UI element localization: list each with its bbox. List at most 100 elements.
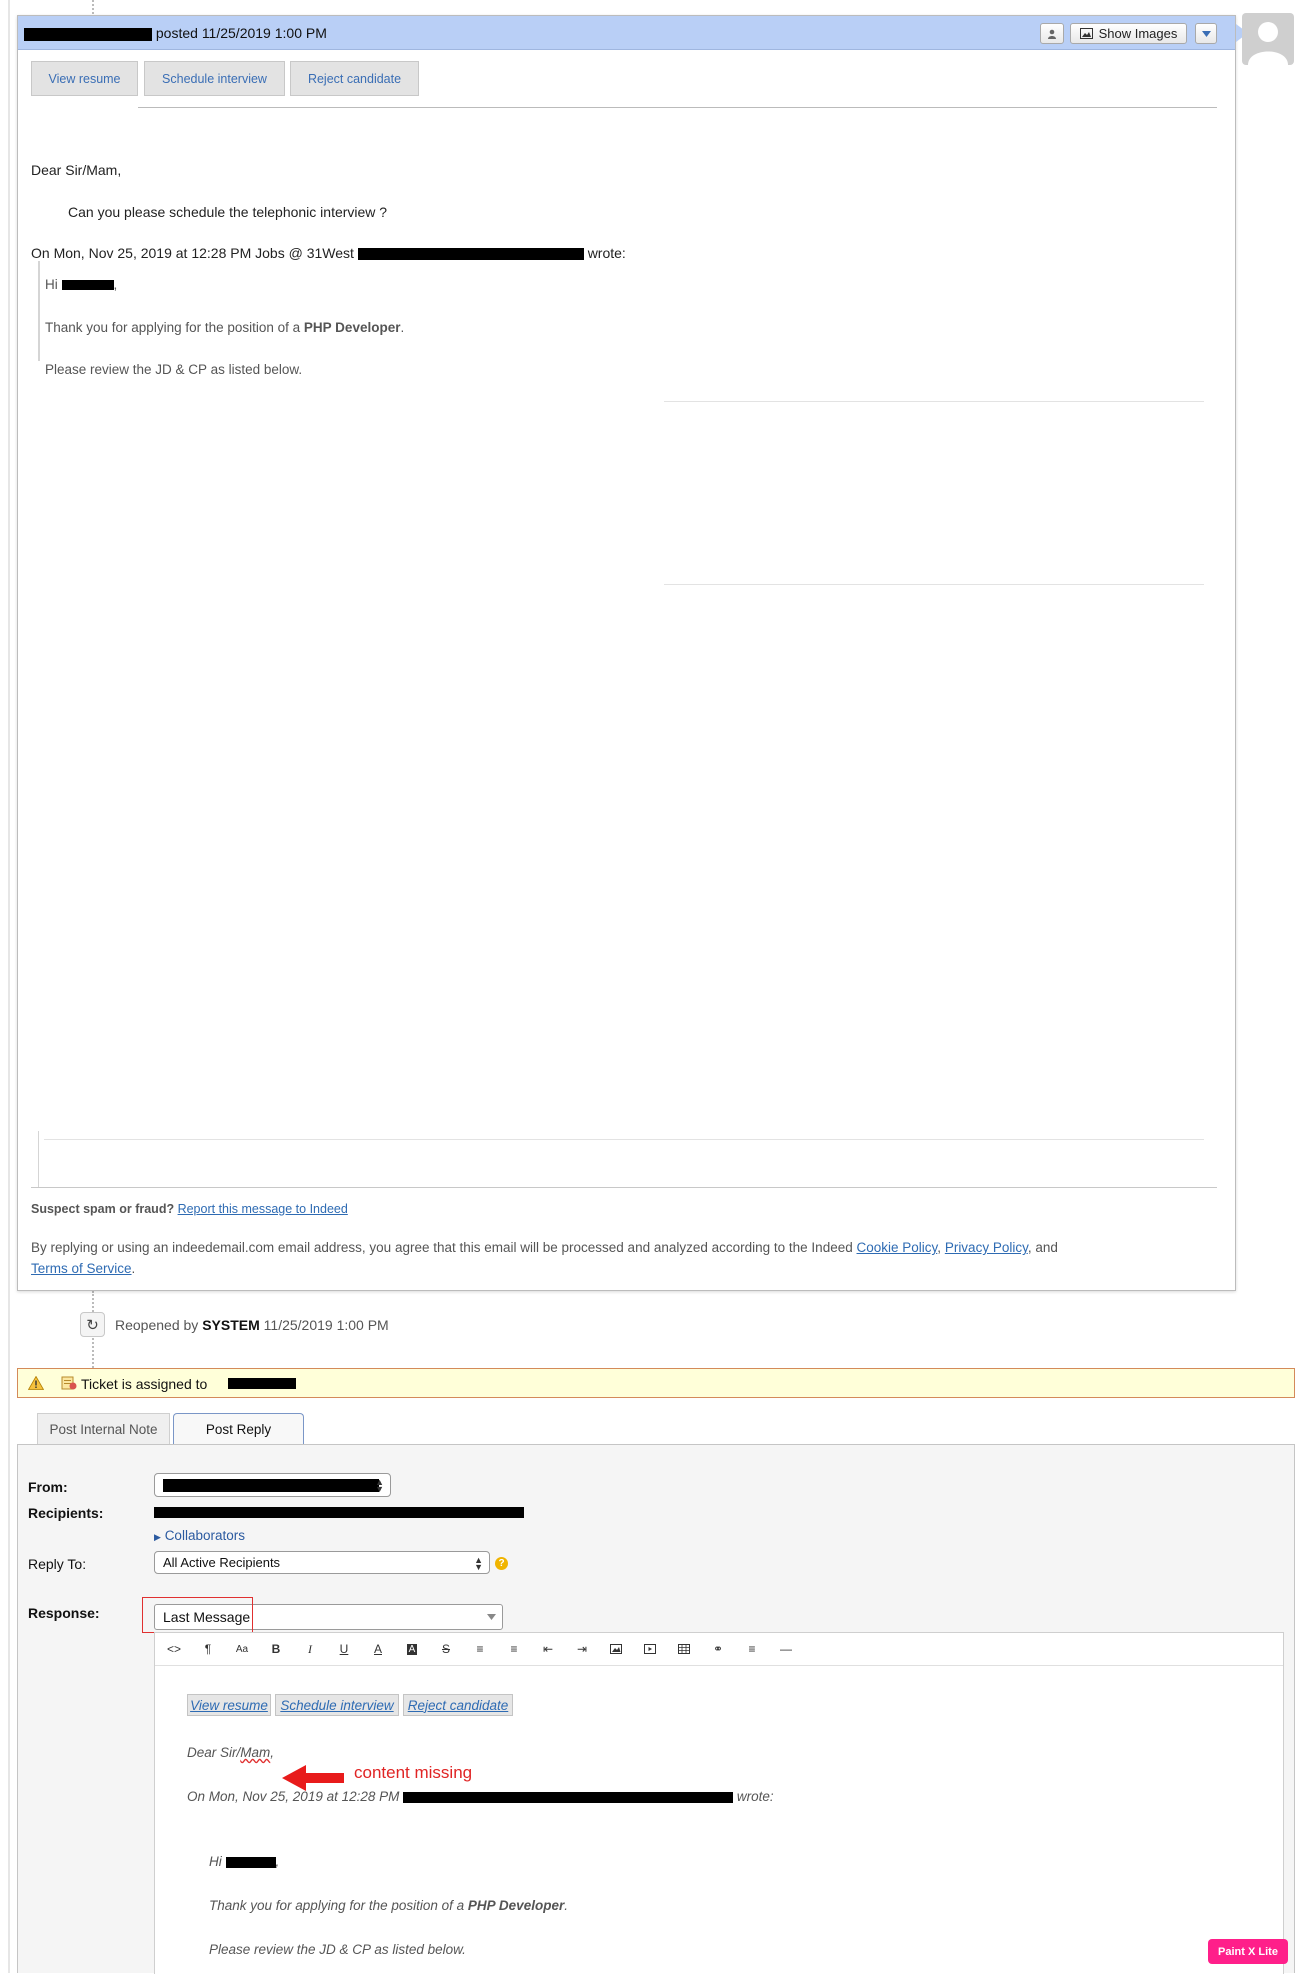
quote-header: On Mon, Nov 25, 2019 at 12:28 PM Jobs @ … (31, 245, 626, 261)
indent-icon[interactable]: ⇥ (572, 1639, 592, 1659)
assignment-text: Ticket is assigned to (81, 1376, 208, 1392)
event-time: 11/25/2019 1:00 PM (263, 1317, 389, 1333)
video-icon[interactable] (640, 1639, 660, 1659)
divider (138, 107, 1217, 108)
quote-bar (38, 261, 40, 361)
quote-hi: Hi , (45, 277, 118, 292)
quote-header-wrote: wrote: (587, 245, 626, 261)
spam-label: Suspect spam or fraud? (31, 1202, 175, 1216)
from-select[interactable]: ▲ ▼ (154, 1473, 391, 1497)
assignment-banner: Ticket is assigned to (17, 1368, 1295, 1398)
editor-reject-candidate-link[interactable]: Reject candidate (403, 1694, 513, 1716)
divider (31, 1187, 1217, 1188)
annotation-arrow-icon (282, 1765, 344, 1791)
code-view-icon[interactable]: <> (164, 1639, 184, 1659)
editor-greeting-text: Dear Sir/ (187, 1745, 241, 1760)
avatar (1242, 13, 1294, 65)
collaborators-label: Collaborators (164, 1528, 245, 1543)
updown-caret-icon: ▲ ▼ (474, 1555, 483, 1572)
quote-line-2: Please review the JD & CP as listed belo… (45, 362, 303, 377)
background-color-icon[interactable]: A (402, 1639, 422, 1659)
terms-link[interactable]: Terms of Service (31, 1261, 132, 1276)
redacted-email (403, 1791, 734, 1803)
font-size-icon[interactable]: Aa (232, 1639, 252, 1659)
caret-right-icon: ▶ (154, 1532, 161, 1542)
position-title: PHP Developer (303, 320, 401, 335)
editor-line-1-text: Thank you for applying for the position … (209, 1898, 465, 1913)
timeline-connector (92, 1338, 94, 1368)
editor-greeting: Dear Sir/Mam, (187, 1745, 274, 1760)
bullet-list-icon[interactable]: ≡ (470, 1639, 490, 1659)
chevron-down-icon (487, 1614, 496, 1620)
image-icon[interactable] (606, 1639, 626, 1659)
reply-editor[interactable]: <> ¶ Aa B I U A A S ≡ ≡ ⇤ ⇥ ⚭ ≡ — View r… (154, 1632, 1284, 1974)
table-icon[interactable] (674, 1639, 694, 1659)
avatar-icon (1248, 22, 1288, 65)
tab-post-reply[interactable]: Post Reply (173, 1413, 304, 1446)
event-actor: SYSTEM (202, 1317, 260, 1333)
entry-author (24, 27, 152, 41)
entry-posted-label: posted 11/25/2019 1:00 PM (155, 25, 327, 41)
show-images-button[interactable]: Show Images (1070, 23, 1187, 44)
response-label: Response: (28, 1605, 100, 1621)
redacted-name (61, 280, 114, 291)
reply-to-value: All Active Recipients (163, 1555, 281, 1570)
collaborators-toggle[interactable]: ▶ Collaborators (154, 1528, 245, 1543)
editor-toolbar: <> ¶ Aa B I U A A S ≡ ≡ ⇤ ⇥ ⚭ ≡ — (155, 1633, 1283, 1666)
bold-icon[interactable]: B (266, 1639, 286, 1659)
align-icon[interactable]: ≡ (742, 1639, 762, 1659)
editor-quote-header-text: On Mon, Nov 25, 2019 at 12:28 PM (187, 1789, 400, 1804)
updown-caret-icon: ▲ ▼ (375, 1477, 384, 1494)
quote-bar (38, 1131, 39, 1187)
left-rule (8, 0, 10, 1973)
entry-options-button[interactable] (1195, 23, 1217, 44)
editor-greeting-end: , (270, 1745, 275, 1760)
show-images-label: Show Images (1098, 26, 1178, 41)
divider (664, 401, 1204, 402)
reply-to-select[interactable]: All Active Recipients ▲ ▼ (154, 1551, 490, 1574)
from-label: From: (28, 1479, 68, 1495)
editor-quote-wrote: wrote: (736, 1789, 774, 1804)
misspelled-word: Mam (240, 1745, 271, 1760)
user-icon (1048, 29, 1056, 39)
chevron-down-icon (1201, 30, 1211, 37)
divider (44, 1139, 1204, 1140)
editor-schedule-interview-link[interactable]: Schedule interview (275, 1694, 399, 1716)
strikethrough-icon[interactable]: S (436, 1639, 456, 1659)
reply-to-label: Reply To: (28, 1556, 87, 1572)
underline-icon[interactable]: U (334, 1639, 354, 1659)
user-icon-button[interactable] (1040, 23, 1064, 44)
numbered-list-icon[interactable]: ≡ (504, 1639, 524, 1659)
editor-line-2: Please review the JD & CP as listed belo… (209, 1942, 466, 1957)
redacted-recipients (154, 1507, 524, 1518)
image-icon (1079, 28, 1093, 39)
reject-candidate-button[interactable]: Reject candidate (290, 61, 419, 96)
paragraph-icon[interactable]: ¶ (198, 1639, 218, 1659)
cookie-policy-link[interactable]: Cookie Policy (857, 1240, 938, 1255)
editor-line-1: Thank you for applying for the position … (209, 1898, 568, 1913)
thread-entry: posted 11/25/2019 1:00 PM Show Images Vi… (17, 15, 1248, 1291)
editor-hi: Hi , (209, 1854, 280, 1869)
redacted-from-email (163, 1478, 379, 1492)
text-color-icon[interactable]: A (368, 1639, 388, 1659)
italic-icon[interactable]: I (300, 1639, 320, 1659)
link-icon[interactable]: ⚭ (708, 1639, 728, 1659)
editor-position-title: PHP Developer (467, 1898, 565, 1913)
quote-header-text: On Mon, Nov 25, 2019 at 12:28 PM Jobs @ … (31, 245, 354, 261)
legal-line: By replying or using an indeedemail.com … (31, 1240, 1058, 1255)
timeline-connector (92, 1291, 94, 1312)
horizontal-rule-icon[interactable]: — (776, 1639, 796, 1659)
reply-form: From: ▲ ▼ Recipients: ▶ Collaborators Rep… (17, 1444, 1295, 1974)
legal-line-2: Terms of Service. (31, 1261, 135, 1276)
outdent-icon[interactable]: ⇤ (538, 1639, 558, 1659)
ticket-assign-icon (61, 1376, 77, 1390)
editor-view-resume-link[interactable]: View resume (187, 1694, 271, 1716)
privacy-policy-link[interactable]: Privacy Policy (945, 1240, 1028, 1255)
quote-line-1: Thank you for applying for the position … (45, 320, 404, 335)
schedule-interview-button[interactable]: Schedule interview (144, 61, 285, 96)
view-resume-button[interactable]: View resume (31, 61, 138, 96)
tab-post-internal-note[interactable]: Post Internal Note (37, 1413, 170, 1445)
report-message-link[interactable]: Report this message to Indeed (178, 1202, 348, 1216)
help-icon[interactable]: ? (495, 1557, 508, 1570)
warning-icon (28, 1376, 44, 1390)
